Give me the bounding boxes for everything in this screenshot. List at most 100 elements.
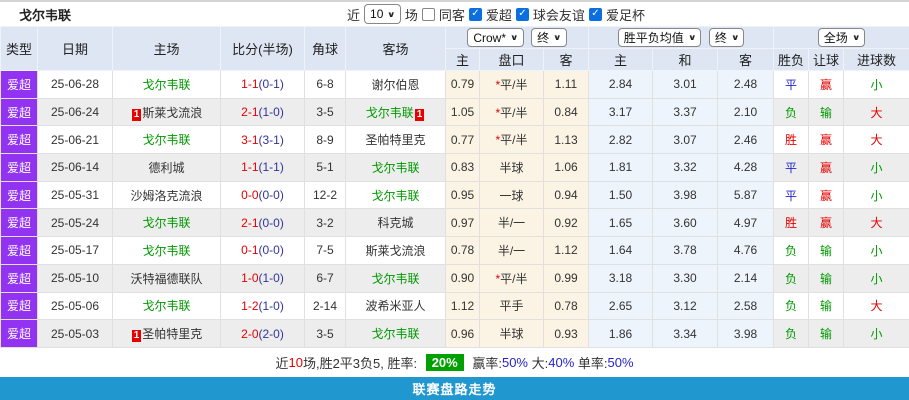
big-rate-label: 大: (528, 353, 548, 372)
league-cell: 爱超 (1, 264, 38, 292)
match-row: 爱超 25-05-24 戈尔韦联 2-1(0-0) 3-2 科克城 0.97 半… (1, 209, 909, 237)
home-team-cell: 戈尔韦联 (113, 292, 221, 320)
halftime-score: (0-1) (259, 77, 284, 91)
odds-draw: 3.98 (653, 181, 718, 209)
subcolumn-header-goals: 进球数 (844, 49, 909, 71)
handicap-line: 平/半 (500, 78, 527, 92)
halftime-score: (1-0) (259, 299, 284, 313)
handicap-line-cell: *平/半 (480, 264, 544, 292)
chevron-down-icon: ∨ (387, 10, 395, 19)
summary-bar: 近10场,胜2平3负5, 胜率: 20% 赢率:50% 大:40% 单率:50% (0, 348, 909, 377)
date-cell: 25-05-17 (38, 237, 113, 265)
odds-home-win: 1.81 (589, 154, 653, 182)
odds-draw: 3.37 (653, 98, 718, 126)
date-cell: 25-05-06 (38, 292, 113, 320)
fulltime-score: 0-0 (241, 188, 258, 202)
odds-home-win: 2.84 (589, 71, 653, 99)
halftime-score: (0-0) (259, 216, 284, 230)
handicap-home-odds: 0.78 (446, 237, 480, 265)
europe-time-select[interactable]: 终 ∨ (709, 28, 745, 47)
corners-cell: 3-5 (305, 320, 346, 348)
corners-cell: 7-5 (305, 237, 346, 265)
halftime-score: (1-0) (259, 271, 284, 285)
away-team-cell: 圣帕特里克 (346, 126, 446, 154)
friendly-filter-checkbox[interactable]: ✓ (516, 8, 529, 21)
subcolumn-header-asian-home: 主 (446, 49, 480, 71)
home-team-cell: 戈尔韦联 (113, 237, 221, 265)
away-team-name: 戈尔韦联 (371, 161, 419, 175)
handicap-away-odds: 0.78 (544, 292, 589, 320)
odds-draw: 3.30 (653, 264, 718, 292)
away-team-cell: 波希米亚人 (346, 292, 446, 320)
summary-near-label: 近 (275, 353, 288, 372)
home-team-name: 斯莱戈流浪 (142, 106, 202, 120)
handicap-line: 半球 (499, 327, 523, 341)
league-cell: 爱超 (1, 154, 38, 182)
fulltime-score: 2-1 (241, 216, 258, 230)
asian-odds-group-header: Crow* ∨ 终 ∨ (446, 27, 589, 49)
subcolumn-header-asian-away: 客 (544, 49, 589, 71)
date-cell: 25-05-03 (38, 320, 113, 348)
europe-odds-select[interactable]: 胜平负均值 ∨ (618, 28, 702, 47)
handicap-line: 平/半 (500, 133, 527, 147)
match-row: 爱超 25-05-31 沙姆洛克流浪 0-0(0-0) 12-2 戈尔韦联 0.… (1, 181, 909, 209)
goals-result-cell: 大 (844, 209, 909, 237)
corners-cell: 12-2 (305, 181, 346, 209)
odds-away-win: 5.87 (718, 181, 774, 209)
corners-cell: 3-5 (305, 98, 346, 126)
same-away-label: 同客 (439, 5, 465, 24)
match-count-select[interactable]: 10 ∨ (364, 4, 401, 24)
games-label: 场 (405, 5, 418, 24)
same-away-checkbox[interactable] (422, 8, 435, 21)
match-row: 爱超 25-06-21 戈尔韦联 3-1(3-1) 8-9 圣帕特里克 0.77… (1, 126, 909, 154)
away-team-cell: 戈尔韦联1 (346, 98, 446, 126)
home-team-cell: 戈尔韦联 (113, 71, 221, 99)
handicap-result-cell: 赢 (809, 126, 844, 154)
asian-time-select[interactable]: 终 ∨ (531, 28, 567, 47)
asian-time-select-value: 终 (537, 29, 549, 46)
corners-cell: 8-9 (305, 126, 346, 154)
match-count-value: 10 (370, 7, 383, 21)
handicap-result-cell: 赢 (809, 71, 844, 99)
away-team-name: 戈尔韦联 (371, 189, 419, 203)
result-cell: 平 (774, 154, 809, 182)
goals-result-cell: 小 (844, 181, 909, 209)
league-cell: 爱超 (1, 320, 38, 348)
chevron-down-icon: ∨ (553, 33, 561, 42)
scope-select[interactable]: 全场 ∨ (818, 28, 866, 47)
odds-away-win: 4.76 (718, 237, 774, 265)
cup-filter-label: 爱足杯 (606, 5, 645, 24)
odds-away-win: 2.48 (718, 71, 774, 99)
odds-home-win: 3.18 (589, 264, 653, 292)
result-cell: 平 (774, 181, 809, 209)
team-rank-badge: 1 (132, 330, 142, 342)
home-team-cell: 1圣帕特里克 (113, 320, 221, 348)
away-team-name: 戈尔韦联 (371, 327, 419, 341)
handicap-home-odds: 0.96 (446, 320, 480, 348)
result-cell: 负 (774, 320, 809, 348)
league-filter-checkbox[interactable]: ✓ (469, 8, 482, 21)
odds-away-win: 2.14 (718, 264, 774, 292)
corners-cell: 6-8 (305, 71, 346, 99)
home-team-name: 戈尔韦联 (142, 78, 190, 92)
home-team-cell: 戈尔韦联 (113, 209, 221, 237)
date-cell: 25-06-28 (38, 71, 113, 99)
home-team-cell: 德利城 (113, 154, 221, 182)
league-cell: 爱超 (1, 71, 38, 99)
handicap-line: 半球 (499, 161, 523, 175)
column-header-corners: 角球 (305, 27, 346, 71)
away-team-cell: 谢尔伯恩 (346, 71, 446, 99)
bookmaker-select[interactable]: Crow* ∨ (467, 28, 523, 47)
halftime-score: (0-0) (259, 243, 284, 257)
fulltime-score: 3-1 (241, 133, 258, 147)
away-team-name: 戈尔韦联 (366, 106, 414, 120)
cup-filter-checkbox[interactable]: ✓ (589, 8, 602, 21)
odds-home-win: 1.65 (589, 209, 653, 237)
fulltime-score: 1-1 (241, 160, 258, 174)
handicap-line-cell: 半/一 (480, 209, 544, 237)
handicap-home-odds: 0.97 (446, 209, 480, 237)
home-team-name: 圣帕特里克 (142, 327, 202, 341)
goals-result-cell: 小 (844, 71, 909, 99)
home-team-name: 沃特福德联队 (130, 272, 202, 286)
odds-history-panel: 戈尔韦联 近 10 ∨ 场 同客 ✓ 爱超 ✓ 球会友谊 ✓ 爱足杯 (0, 0, 909, 400)
